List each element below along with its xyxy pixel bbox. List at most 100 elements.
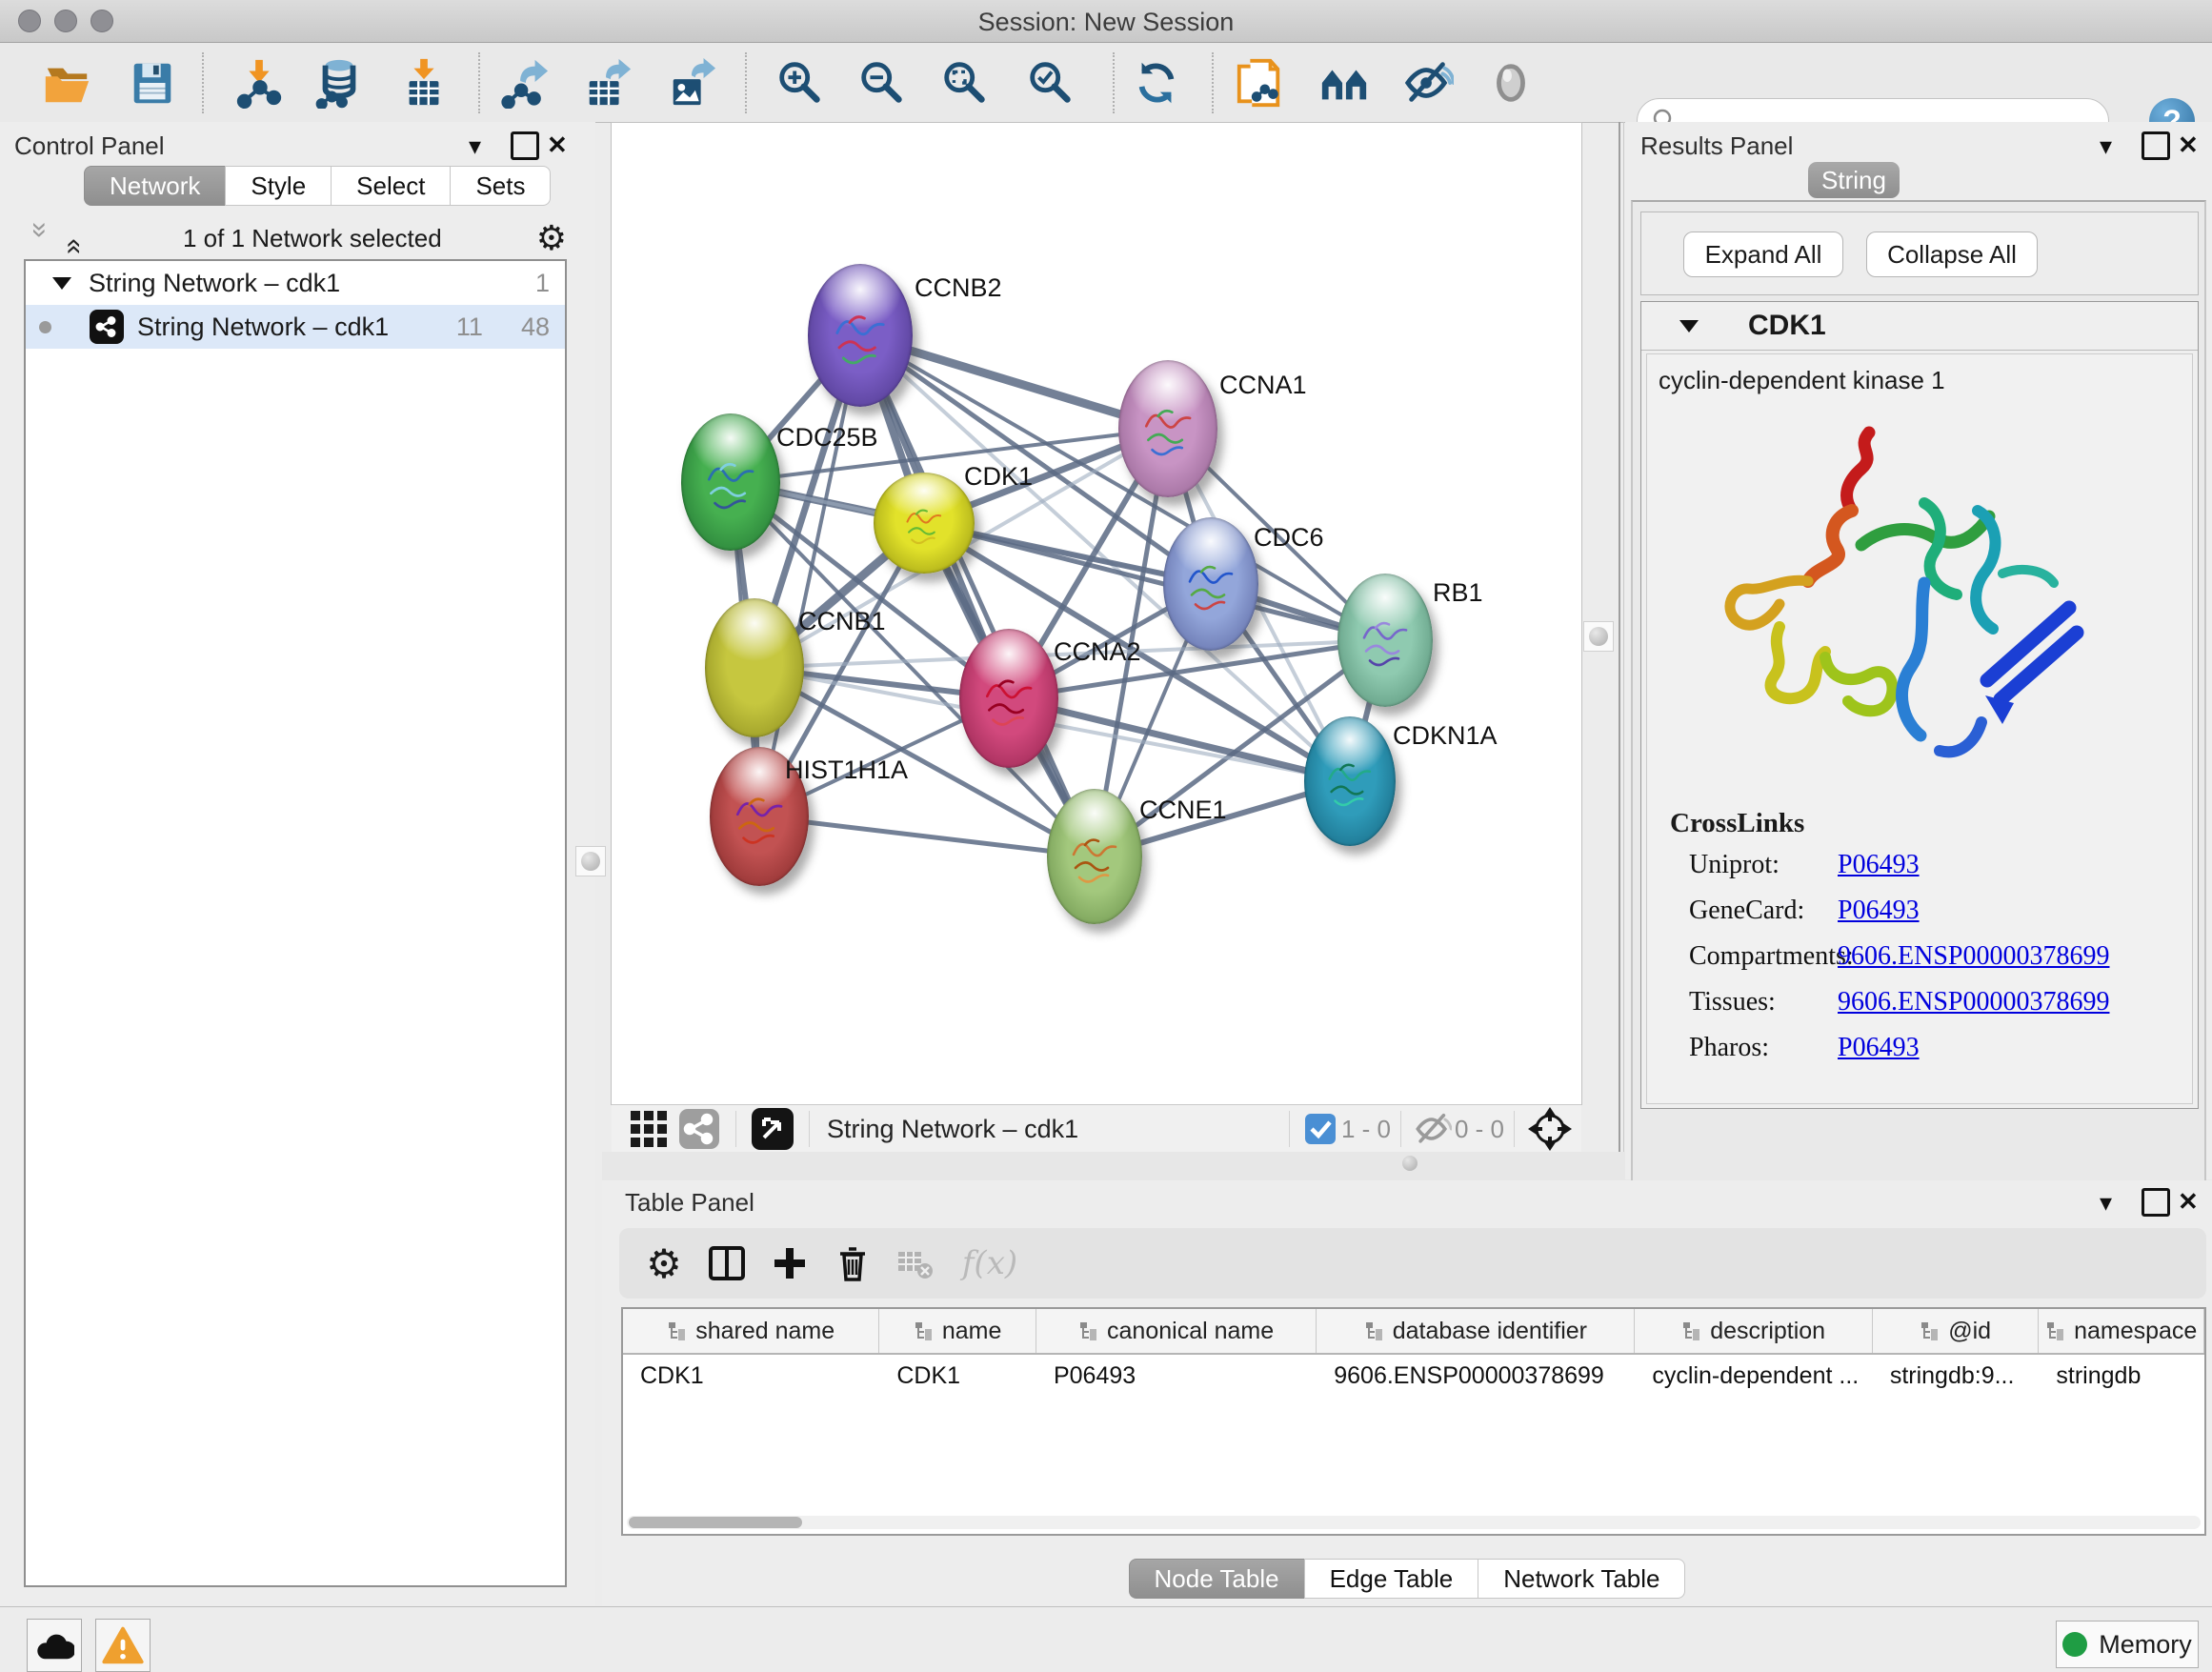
delete-column-icon[interactable] — [821, 1237, 884, 1290]
export-table-icon[interactable] — [581, 56, 634, 110]
import-table-file-icon[interactable] — [397, 56, 451, 110]
zoom-out-icon[interactable] — [855, 56, 909, 110]
crosslink-link[interactable]: 9606.ENSP00000378699 — [1838, 987, 2109, 1017]
table-header-row: shared namenamecanonical namedatabase id… — [623, 1309, 2204, 1355]
crosslink-link[interactable]: P06493 — [1838, 896, 1920, 926]
column-header-shared-name[interactable]: shared name — [623, 1309, 879, 1353]
network-share-view-icon[interactable] — [673, 1102, 726, 1156]
column-header-database-identifier[interactable]: database identifier — [1317, 1309, 1635, 1353]
open-in-new-window-icon[interactable] — [746, 1102, 799, 1156]
tab-style[interactable]: Style — [225, 166, 331, 206]
collapse-all-networks-icon[interactable]: » — [24, 222, 56, 254]
column-header-description[interactable]: description — [1635, 1309, 1872, 1353]
import-network-file-icon[interactable] — [232, 56, 286, 110]
network-node-CCNB2[interactable] — [808, 264, 913, 407]
collection-expand-icon[interactable] — [52, 277, 71, 290]
add-column-icon[interactable] — [758, 1237, 821, 1290]
results-panel-close-icon[interactable]: ✕ — [2178, 132, 2199, 157]
memory-button[interactable]: Memory — [2056, 1621, 2199, 1668]
open-session-icon[interactable] — [40, 56, 93, 110]
control-panel-close-icon[interactable]: ✕ — [547, 132, 568, 157]
left-splitter-grip[interactable] — [575, 846, 606, 876]
crosslink-link[interactable]: P06493 — [1838, 850, 1920, 880]
first-neighbors-icon[interactable] — [1317, 56, 1371, 110]
expand-all-button[interactable]: Expand All — [1683, 232, 1843, 277]
table-panel: Table Panel ▾ ✕ ⚙ f(x) shared namenameca… — [602, 1180, 2212, 1606]
toolbar-separator — [1212, 52, 1214, 113]
tab-select[interactable]: Select — [331, 166, 450, 206]
tab-network-table[interactable]: Network Table — [1478, 1559, 1685, 1599]
clone-network-icon[interactable] — [1233, 56, 1286, 110]
tab-node-table[interactable]: Node Table — [1129, 1559, 1304, 1599]
control-panel-float-icon[interactable] — [511, 131, 539, 160]
selected-checkbox-icon[interactable] — [1299, 1102, 1341, 1156]
results-panel-divider[interactable] — [1619, 122, 1620, 1179]
network-node-RB1[interactable] — [1337, 574, 1433, 707]
network-canvas[interactable]: CCNB2 CCNA1 CDC25B CDK1 CDC6 RB1CCNB1 CC… — [612, 123, 1581, 1104]
table-cell[interactable]: P06493 — [1036, 1355, 1317, 1397]
table-panel-close-icon[interactable]: ✕ — [2178, 1189, 2199, 1214]
node-result-header[interactable]: CDK1 — [1641, 302, 2198, 351]
export-image-icon[interactable] — [665, 56, 718, 110]
zoom-in-icon[interactable] — [774, 56, 827, 110]
refresh-network-icon[interactable] — [1130, 56, 1183, 110]
column-header-namespace[interactable]: namespace — [2039, 1309, 2204, 1353]
import-network-database-icon[interactable] — [312, 56, 366, 110]
network-node-CDK1[interactable] — [874, 473, 975, 574]
hidden-eye-icon[interactable] — [1411, 1102, 1455, 1156]
network-grid-view-icon[interactable] — [625, 1102, 673, 1156]
horizontal-splitter-grip[interactable] — [1402, 1156, 1418, 1171]
warning-status-button[interactable] — [95, 1619, 151, 1672]
save-session-icon[interactable] — [126, 56, 179, 110]
table-settings-gear-icon[interactable]: ⚙ — [633, 1237, 695, 1290]
network-node-CCNE1[interactable] — [1047, 789, 1142, 924]
table-cell[interactable]: CDK1 — [879, 1355, 1036, 1397]
collapse-all-button[interactable]: Collapse All — [1866, 232, 2038, 277]
show-columns-icon[interactable] — [695, 1237, 758, 1290]
table-cell[interactable]: 9606.ENSP00000378699 — [1317, 1355, 1635, 1397]
birds-eye-view-icon[interactable] — [1524, 1102, 1576, 1156]
network-node-CCNB1[interactable] — [705, 598, 804, 737]
tab-string[interactable]: String — [1808, 162, 1900, 198]
table-cell[interactable]: cyclin-dependent ... — [1635, 1355, 1872, 1397]
crosslink-link[interactable]: 9606.ENSP00000378699 — [1838, 941, 2109, 972]
column-header-@id[interactable]: @id — [1873, 1309, 2040, 1353]
export-network-icon[interactable] — [497, 56, 551, 110]
node-result-body: cyclin-dependent kinase 1 — [1646, 353, 2193, 1104]
hide-graphics-details-icon[interactable] — [1401, 56, 1455, 110]
network-collection-row[interactable]: String Network – cdk1 1 — [26, 261, 565, 305]
table-cell[interactable]: stringdb:9... — [1873, 1355, 2040, 1397]
network-node-CDC6[interactable] — [1163, 517, 1258, 651]
table-panel-menu-icon[interactable]: ▾ — [2100, 1190, 2112, 1215]
tab-edge-table[interactable]: Edge Table — [1304, 1559, 1478, 1599]
crosslink-row: Tissues:9606.ENSP00000378699 — [1689, 987, 2184, 1017]
node-label-CDKN1A: CDKN1A — [1393, 721, 1498, 751]
cloud-status-button[interactable] — [27, 1619, 82, 1672]
network-node-CCNA2[interactable] — [959, 629, 1058, 768]
zoom-selected-icon[interactable] — [1024, 56, 1077, 110]
network-node-CDC25B[interactable] — [681, 413, 780, 551]
network-node-CCNA1[interactable] — [1118, 360, 1217, 497]
table-cell[interactable]: CDK1 — [623, 1355, 879, 1397]
table-hscrollbar-thumb[interactable] — [629, 1517, 802, 1528]
column-header-canonical-name[interactable]: canonical name — [1036, 1309, 1317, 1353]
network-row[interactable]: String Network – cdk1 11 48 — [26, 305, 565, 349]
table-row[interactable]: CDK1CDK1P064939606.ENSP00000378699cyclin… — [623, 1355, 2204, 1397]
zoom-fit-content-icon[interactable] — [938, 56, 992, 110]
crosslink-link[interactable]: P06493 — [1838, 1033, 1920, 1063]
network-options-gear-icon[interactable]: ⚙ — [536, 218, 567, 258]
network-node-CDKN1A[interactable] — [1304, 716, 1396, 846]
column-header-name[interactable]: name — [879, 1309, 1036, 1353]
tab-sets[interactable]: Sets — [450, 166, 551, 206]
results-panel-menu-icon[interactable]: ▾ — [2100, 133, 2112, 158]
results-panel-float-icon[interactable] — [2142, 131, 2170, 160]
tab-network[interactable]: Network — [84, 166, 225, 206]
control-panel-menu-icon[interactable]: ▾ — [469, 133, 481, 158]
table-panel-float-icon[interactable] — [2142, 1188, 2170, 1217]
main-toolbar: ? — [0, 43, 2212, 123]
expand-all-networks-icon[interactable]: » — [56, 222, 89, 254]
entry-collapse-icon[interactable] — [1679, 320, 1699, 332]
table-cell[interactable]: stringdb — [2039, 1355, 2204, 1397]
show-graphics-details-icon[interactable] — [1484, 56, 1538, 110]
right-splitter-grip[interactable] — [1583, 621, 1614, 652]
